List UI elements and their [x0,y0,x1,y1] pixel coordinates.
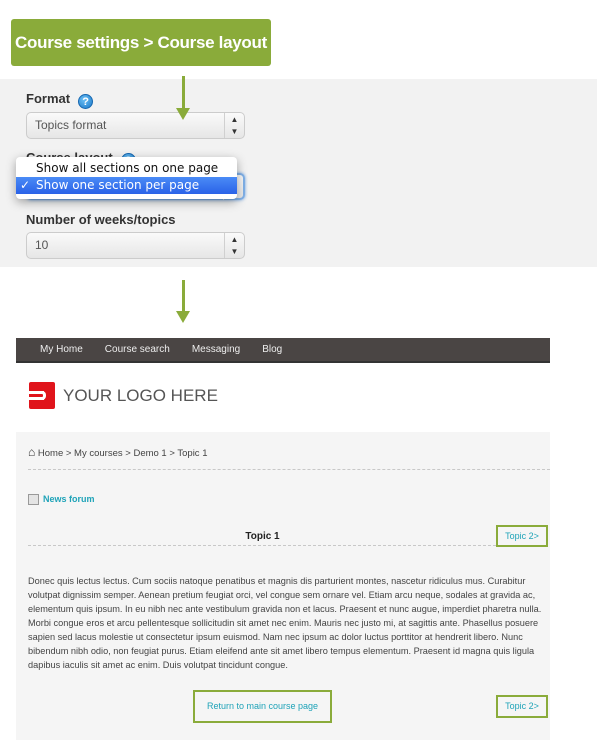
next-topic-link-bottom[interactable]: Topic 2> [496,695,548,718]
home-icon[interactable]: ⌂ [28,445,35,459]
topic-summary: Donec quis lectus lectus. Cum sociis nat… [28,576,542,670]
select-arrows-icon: ▲▼ [224,113,244,138]
arrow-down-icon [182,280,185,312]
nav-messaging[interactable]: Messaging [192,344,240,355]
format-select[interactable]: Topics format ▲ ▼ [26,112,245,139]
help-icon[interactable]: ? [78,94,94,109]
logo-icon [29,382,55,409]
course-layout-dropdown: Show all sections on one page ✓ Show one … [16,157,237,199]
breadcrumb-path[interactable]: Home > My courses > Demo 1 > Topic 1 [38,448,208,459]
divider [28,469,550,470]
option-all-sections[interactable]: Show all sections on one page [16,160,237,177]
arrowhead-icon [176,108,190,120]
top-nav: My Home Course search Messaging Blog [16,338,550,363]
next-topic-link-top[interactable]: Topic 2> [496,525,548,547]
nav-course-search[interactable]: Course search [105,344,170,355]
weeks-value: 10 [35,238,49,252]
course-content: ⌂ Home > My courses > Demo 1 > Topic 1 N… [16,432,550,740]
format-value: Topics format [35,118,107,132]
nav-my-home[interactable]: My Home [40,344,83,355]
format-label: Format? [26,91,94,109]
checkmark-icon: ✓ [20,178,31,192]
arrowhead-icon [176,311,190,323]
logo-text: YOUR LOGO HERE [63,386,218,405]
return-course-link[interactable]: Return to main course page [193,690,332,723]
option-label: Show one section per page [36,178,200,192]
breadcrumb: ⌂ Home > My courses > Demo 1 > Topic 1 [28,445,207,459]
news-forum-link[interactable]: News forum [43,494,95,504]
select-arrows-icon: ▲▼ [224,233,244,258]
weeks-label: Number of weeks/topics [26,212,176,227]
arrow-down-icon [182,76,185,110]
topic-title: Topic 1 [245,531,280,542]
nav-blog[interactable]: Blog [262,344,282,355]
weeks-select[interactable]: 10 ▲ ▼ [26,232,245,259]
option-one-section[interactable]: ✓ Show one section per page [16,177,237,194]
divider [28,545,496,546]
forum-icon [28,494,39,505]
title-banner: Course settings > Course layout [11,19,271,66]
